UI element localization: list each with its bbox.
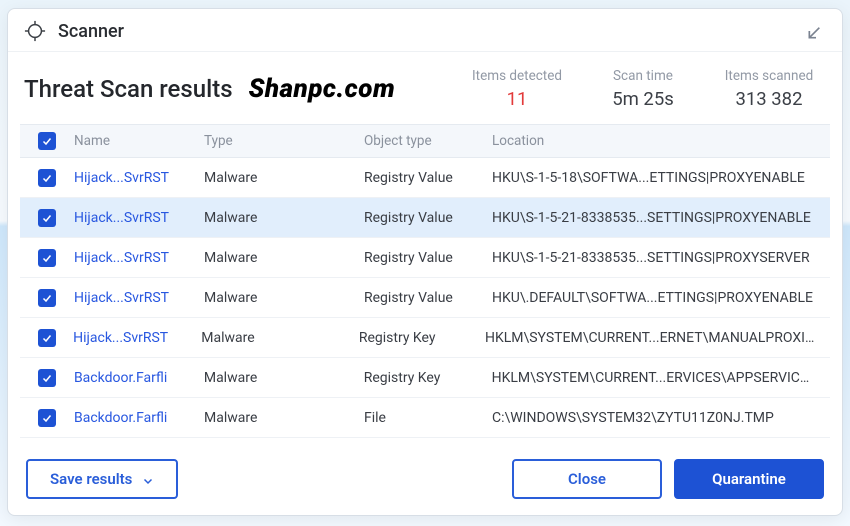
threat-name[interactable]: Hijack...SvrRST xyxy=(74,250,204,266)
col-header-object-type[interactable]: Object type xyxy=(364,133,492,149)
table-row[interactable]: Hijack...SvrRSTMalwareRegistry ValueHKU\… xyxy=(20,158,830,198)
location: HKLM\SYSTEM\CURRENT...ERVICES\APPSERVICE… xyxy=(492,370,822,386)
table-header: Name Type Object type Location xyxy=(20,124,830,158)
threat-name[interactable]: Hijack...SvrRST xyxy=(73,330,201,346)
threat-name[interactable]: Backdoor.Farfli xyxy=(74,370,204,386)
page-title: Threat Scan results xyxy=(24,75,233,103)
object-type: Registry Key xyxy=(359,330,485,346)
object-type: Registry Value xyxy=(364,210,492,226)
table-row[interactable]: Hijack...SvrRSTMalwareRegistry KeyHKLM\S… xyxy=(20,318,830,358)
row-checkbox[interactable] xyxy=(38,169,56,187)
threat-type: Malware xyxy=(204,370,364,386)
object-type: Registry Value xyxy=(364,290,492,306)
stat-scantime-label: Scan time xyxy=(598,68,688,84)
location: C:\WINDOWS\SYSTEM32\ZYTU11Z0NJ.TMP xyxy=(492,410,822,426)
stat-scanned-value: 313 382 xyxy=(724,88,814,110)
stat-detected-value: 11 xyxy=(472,88,562,110)
col-header-type[interactable]: Type xyxy=(204,133,364,149)
stat-detected: Items detected 11 xyxy=(472,68,562,110)
threat-type: Malware xyxy=(201,330,359,346)
scanner-panel: Scanner Threat Scan results Shanpc.com I… xyxy=(7,8,843,516)
threat-type: Malware xyxy=(204,210,364,226)
stats-group: Items detected 11 Scan time 5m 25s Items… xyxy=(472,68,822,110)
footer: Save results Close Quarantine xyxy=(8,445,842,515)
titlebar: Scanner xyxy=(8,9,842,52)
row-checkbox[interactable] xyxy=(38,289,56,307)
quarantine-label: Quarantine xyxy=(712,470,786,488)
select-all-checkbox[interactable] xyxy=(38,132,56,150)
row-checkbox[interactable] xyxy=(38,329,56,347)
close-button[interactable]: Close xyxy=(512,459,662,499)
close-label: Close xyxy=(568,470,606,488)
location: HKLM\SYSTEM\CURRENT...ERNET\MANUALPROXIE… xyxy=(485,330,822,346)
object-type: Registry Key xyxy=(364,370,492,386)
threat-type: Malware xyxy=(204,170,364,186)
threat-type: Malware xyxy=(204,410,364,426)
row-checkbox[interactable] xyxy=(38,249,56,267)
stat-scantime-value: 5m 25s xyxy=(598,88,688,110)
row-checkbox[interactable] xyxy=(38,209,56,227)
watermark-text: Shanpc.com xyxy=(249,74,396,104)
stat-scanned: Items scanned 313 382 xyxy=(724,68,814,110)
stat-detected-label: Items detected xyxy=(472,68,562,84)
chevron-down-icon xyxy=(142,473,154,485)
object-type: Registry Value xyxy=(364,250,492,266)
table-row[interactable]: Hijack...SvrRSTMalwareRegistry ValueHKU\… xyxy=(20,278,830,318)
row-checkbox[interactable] xyxy=(38,409,56,427)
location: HKU\S-1-5-21-8338535...SETTINGS|PROXYSER… xyxy=(492,250,822,266)
quarantine-button[interactable]: Quarantine xyxy=(674,459,824,499)
object-type: Registry Value xyxy=(364,170,492,186)
table-row[interactable]: Hijack...SvrRSTMalwareRegistry ValueHKU\… xyxy=(20,238,830,278)
threat-type: Malware xyxy=(204,250,364,266)
row-checkbox[interactable] xyxy=(38,369,56,387)
save-results-label: Save results xyxy=(50,470,132,488)
table-row[interactable]: Backdoor.FarfliMalwareRegistry KeyHKLM\S… xyxy=(20,358,830,398)
object-type: File xyxy=(364,410,492,426)
table-row[interactable]: Hijack...SvrRSTMalwareRegistry ValueHKU\… xyxy=(20,198,830,238)
location: HKU\S-1-5-21-8338535...SETTINGS|PROXYENA… xyxy=(492,210,822,226)
threat-name[interactable]: Hijack...SvrRST xyxy=(74,210,204,226)
location: HKU\S-1-5-18\SOFTWA...ETTINGS|PROXYENABL… xyxy=(492,170,822,186)
table-row[interactable]: Backdoor.FarfliMalwareFileC:\WINDOWS\SYS… xyxy=(20,398,830,438)
results-table: Name Type Object type Location Hijack...… xyxy=(20,124,830,445)
threat-name[interactable]: Hijack...SvrRST xyxy=(74,170,204,186)
col-header-name[interactable]: Name xyxy=(74,133,204,149)
window-title: Scanner xyxy=(58,21,124,42)
stat-scantime: Scan time 5m 25s xyxy=(598,68,688,110)
target-icon xyxy=(24,20,46,42)
threat-name[interactable]: Hijack...SvrRST xyxy=(74,290,204,306)
threat-type: Malware xyxy=(204,290,364,306)
table-body[interactable]: Hijack...SvrRSTMalwareRegistry ValueHKU\… xyxy=(20,158,830,445)
stat-scanned-label: Items scanned xyxy=(724,68,814,84)
col-header-location[interactable]: Location xyxy=(492,133,822,149)
threat-name[interactable]: Backdoor.Farfli xyxy=(74,410,204,426)
location: HKU\.DEFAULT\SOFTWA...ETTINGS|PROXYENABL… xyxy=(492,290,822,306)
summary-bar: Threat Scan results Shanpc.com Items det… xyxy=(8,52,842,124)
save-results-button[interactable]: Save results xyxy=(26,459,178,499)
collapse-icon[interactable] xyxy=(806,21,826,41)
